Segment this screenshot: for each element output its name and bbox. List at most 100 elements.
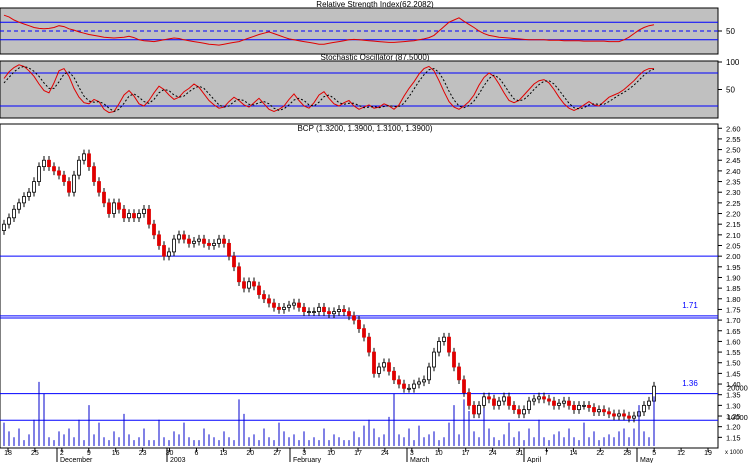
candle-body xyxy=(12,208,16,219)
candle-body xyxy=(517,409,521,415)
candle-body xyxy=(112,202,116,214)
candle-body xyxy=(512,404,516,411)
price-tick-label: 2.45 xyxy=(726,156,741,165)
candle-body xyxy=(122,208,126,219)
candle-body xyxy=(247,281,251,289)
candle-body xyxy=(117,202,121,210)
candle-body xyxy=(302,306,306,312)
candle-body xyxy=(177,234,181,240)
date-tick-label: 5 xyxy=(652,450,656,457)
candle-body xyxy=(572,404,576,411)
candle-body xyxy=(587,404,591,408)
candle-body xyxy=(57,170,61,176)
date-tick-label: 27 xyxy=(273,450,281,457)
candle-body xyxy=(327,311,331,315)
candle-body xyxy=(527,400,531,411)
candle-body xyxy=(387,362,391,372)
candle-body xyxy=(172,238,176,253)
candle-body xyxy=(137,213,141,219)
candle-body xyxy=(297,302,301,308)
date-tick-label: 22 xyxy=(596,450,604,457)
period-label: December xyxy=(60,457,93,463)
price-tick-label: 2.20 xyxy=(726,210,741,219)
candle-body xyxy=(152,223,156,236)
candle-body xyxy=(432,351,436,368)
candle-body xyxy=(462,379,466,393)
price-tick-label: 1.30 xyxy=(726,401,741,410)
price-tick-label: 2.05 xyxy=(726,242,741,251)
candle-body xyxy=(477,404,481,415)
candle-body xyxy=(107,202,111,214)
candle-body xyxy=(457,366,461,381)
candle-body xyxy=(402,383,406,389)
candle-body xyxy=(252,281,256,287)
candle-body xyxy=(497,400,501,406)
date-tick-label: 31 xyxy=(516,450,524,457)
candle-body xyxy=(282,306,286,310)
candle-body xyxy=(167,251,171,257)
date-tick-label: 23 xyxy=(139,450,147,457)
stochastic-axis: 100 50 xyxy=(718,58,740,95)
candle-body xyxy=(332,311,336,315)
date-tick-label: 16 xyxy=(112,450,120,457)
candle-body xyxy=(542,396,546,400)
candle-body xyxy=(522,409,526,415)
price-tick-label: 2.35 xyxy=(726,178,741,187)
candle-body xyxy=(37,166,41,182)
candle-body xyxy=(267,298,271,304)
price-tick-label: 2.40 xyxy=(726,167,741,176)
candle-body xyxy=(612,413,616,417)
date-tick-label: 10 xyxy=(327,450,335,457)
candle-body xyxy=(87,153,91,168)
candle-body xyxy=(77,159,81,176)
date-tick-label: 25 xyxy=(31,450,39,457)
candle-body xyxy=(292,302,296,306)
candle-body xyxy=(632,415,636,419)
candle-body xyxy=(337,309,341,312)
date-tick-label: 14 xyxy=(569,450,577,457)
candle-body xyxy=(602,409,606,413)
date-tick-label: 3 xyxy=(302,450,306,457)
candle-body xyxy=(397,379,401,385)
candle-body xyxy=(607,411,611,415)
candle-body xyxy=(187,238,191,244)
stochastic-title: Stochastic Oscillator (87.5000) xyxy=(321,53,430,62)
candle-body xyxy=(492,398,496,406)
candle-body xyxy=(532,398,536,402)
period-label: February xyxy=(293,457,322,463)
price-tick-label: 1.45 xyxy=(726,369,741,378)
candle-body xyxy=(627,415,631,419)
candle-body xyxy=(2,223,6,231)
date-tick-label: 20 xyxy=(246,450,254,457)
candle-body xyxy=(552,400,556,406)
date-tick-label: 24 xyxy=(489,450,497,457)
rsi-tick-label: 50 xyxy=(726,27,735,36)
price-tick-label: 1.20 xyxy=(726,423,741,432)
period-label: March xyxy=(410,457,430,463)
candle-body xyxy=(237,266,241,283)
date-axis: 18 25 2 9 16 23 30 6 13 20 27 3 10 17 24 3 10 17 24 31 7 14 22… xyxy=(0,447,718,463)
price-tick-label: 1.70 xyxy=(726,316,741,325)
date-tick-label: 2 xyxy=(60,450,64,457)
price-tick-label: 1.55 xyxy=(726,348,741,357)
price-tick-label: 1.15 xyxy=(726,433,741,442)
candle-body xyxy=(427,366,431,381)
candle-body xyxy=(32,181,36,193)
volume-unit-label: x 1000 xyxy=(725,450,744,456)
candle-body xyxy=(342,309,346,312)
candle-body xyxy=(407,387,411,390)
candle-body xyxy=(142,208,146,214)
candle-body xyxy=(97,181,101,193)
period-label: April xyxy=(527,457,541,463)
price-tick-label: 1.95 xyxy=(726,263,741,272)
price-tick-label: 2.15 xyxy=(726,220,741,229)
candle-body xyxy=(82,153,86,161)
candle-body xyxy=(577,404,581,411)
candle-body xyxy=(417,381,421,385)
candle-body xyxy=(487,396,491,400)
candle-body xyxy=(257,285,261,295)
candle-body xyxy=(367,336,371,353)
candle-body xyxy=(322,306,326,312)
price-tick-label: 2.60 xyxy=(726,124,741,133)
candle-body xyxy=(392,370,396,381)
